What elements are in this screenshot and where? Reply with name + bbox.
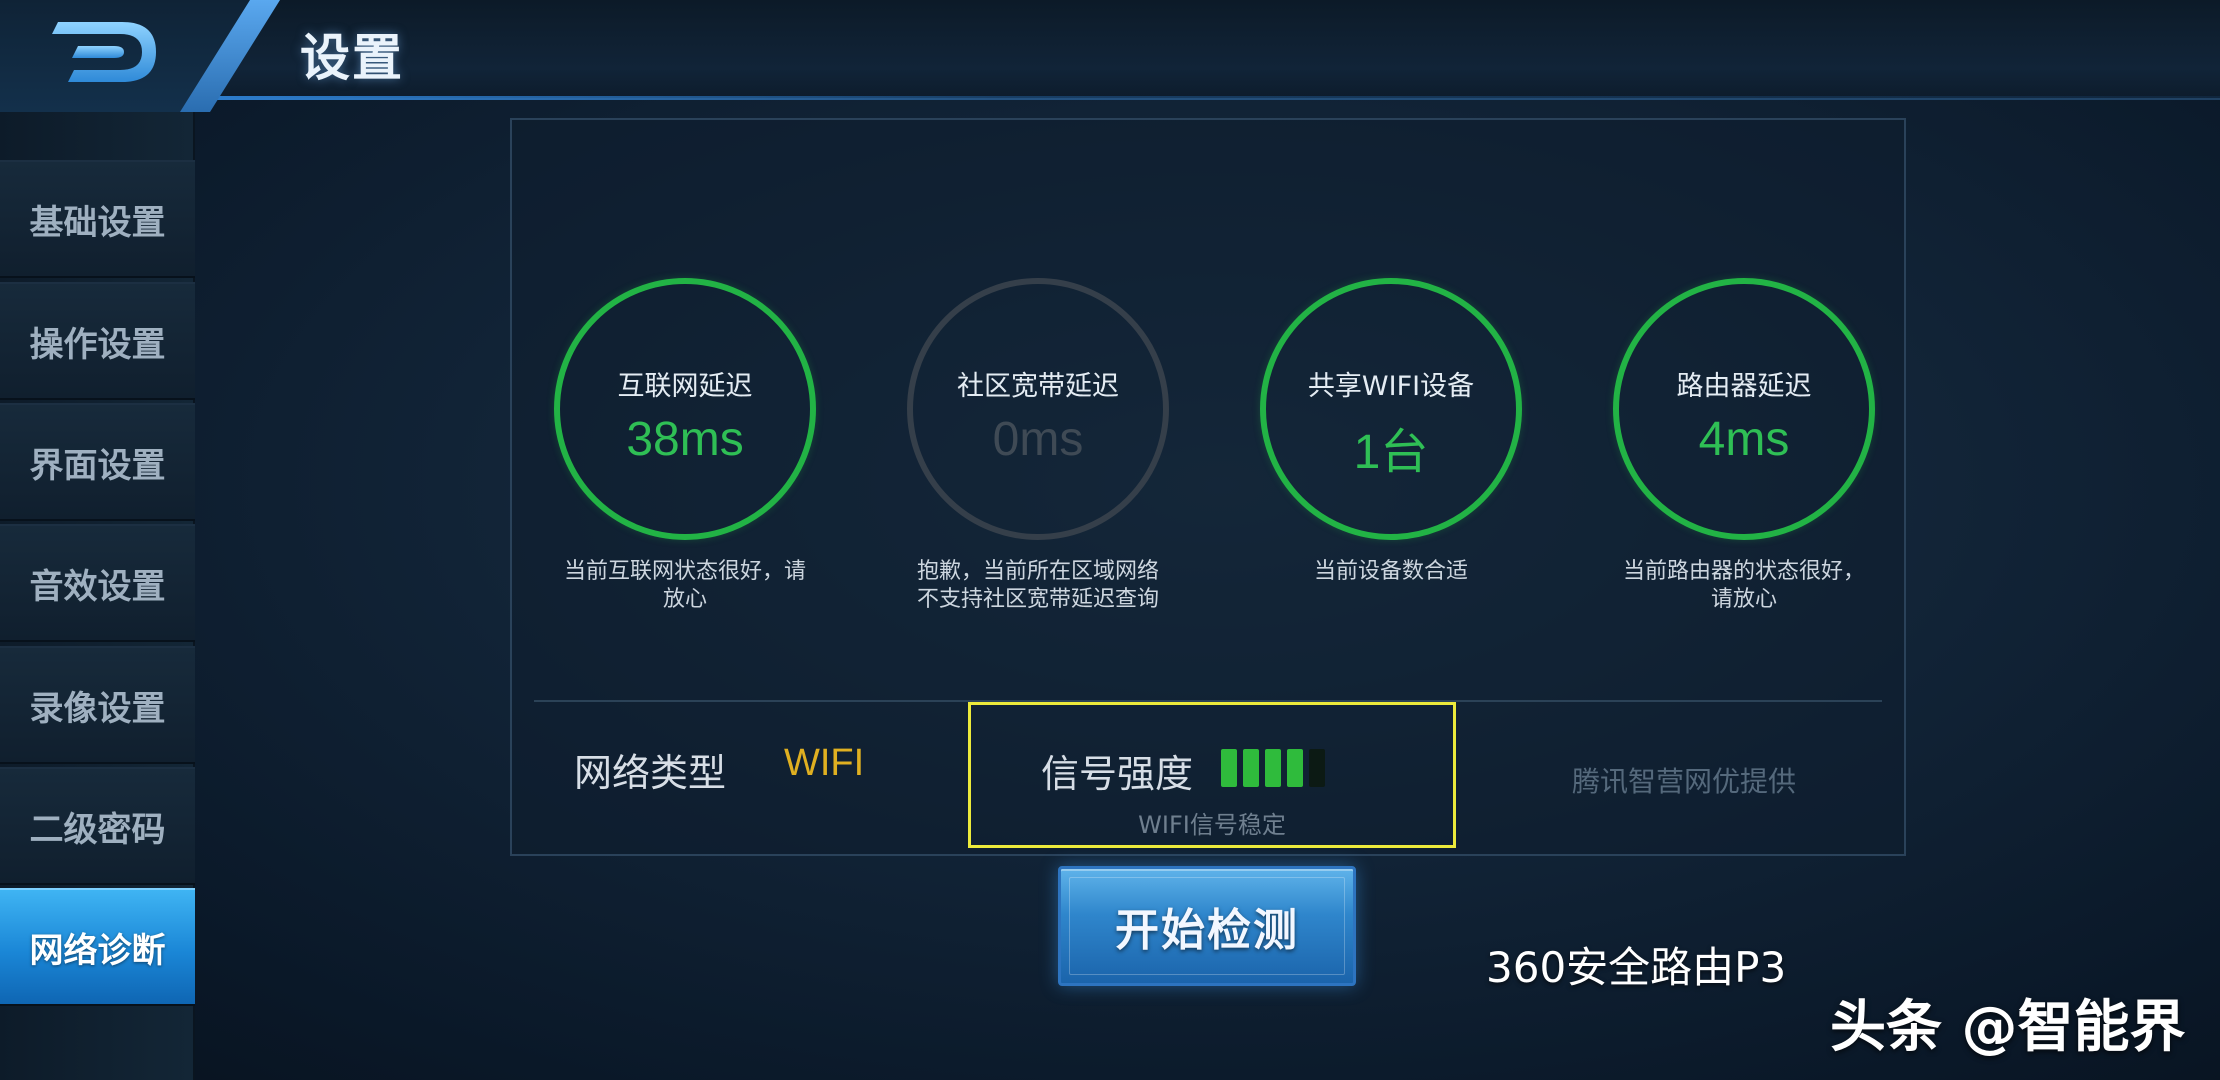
gauge-description: 抱歉，当前所在区域网络不支持社区宽带延迟查询 [916,559,1159,612]
gauge-ring: 共享WIFI设备 1台 [1260,278,1522,540]
sidebar-item-audio[interactable]: 音效设置 [0,524,195,642]
signal-strength-label: 信号强度 [1041,752,1194,796]
gauge-ring: 路由器延迟 4ms [1613,278,1875,540]
signal-strength-bars-icon [1221,749,1325,787]
page-title: 设置 [300,29,404,87]
sidebar-item-secondary-password[interactable]: 二级密码 [0,767,195,885]
sidebar-item-controls[interactable]: 操作设置 [0,282,195,400]
top-bar-glow [180,96,2220,100]
gauge-label: 互联网延迟 [617,371,753,402]
sidebar-item-interface[interactable]: 界面设置 [0,403,195,521]
start-detection-button[interactable]: 开始检测 [1058,866,1356,986]
back-d-icon[interactable] [52,16,162,88]
network-type-value: WIFI [784,742,865,784]
signal-status: WIFI信号稳定 [1138,811,1286,839]
gauge-value: 4ms [1698,413,1790,466]
signal-bar [1221,749,1237,787]
signal-bar [1309,749,1325,787]
gauge-community-broadband-latency: 社区宽带延迟 0ms 抱歉，当前所在区域网络不支持社区宽带延迟查询 [903,278,1173,614]
gauge-description: 当前设备数合适 [1313,559,1468,584]
provider-credit: 腾讯智营网优提供 [1572,765,1797,798]
watermark: 头条 @智能界 [1830,995,2186,1060]
image-caption: 360安全路由P3 [1486,943,1787,992]
sidebar-item-network-diagnosis[interactable]: 网络诊断 [0,888,195,1006]
gauge-label: 共享WIFI设备 [1307,371,1475,402]
gauge-value: 0ms [992,413,1084,466]
network-type-label: 网络类型 [574,751,727,795]
gauge-label: 社区宽带延迟 [957,371,1119,402]
sidebar: 基础设置 操作设置 界面设置 音效设置 录像设置 二级密码 网络诊断 [0,112,195,1080]
gauge-value: 38ms [626,413,744,466]
gauge-ring: 互联网延迟 38ms [554,278,816,540]
diagnosis-panel: 互联网延迟 38ms 当前互联网状态很好，请放心 社区宽带延迟 0ms 抱歉，当… [510,118,1906,856]
sidebar-item-basic[interactable]: 基础设置 [0,160,195,278]
gauge-value: 1台 [1353,426,1429,479]
signal-bar [1287,749,1303,787]
sidebar-item-replay[interactable]: 录像设置 [0,646,195,764]
gauge-router-latency: 路由器延迟 4ms 当前路由器的状态很好，请放心 [1609,278,1879,614]
gauge-ring: 社区宽带延迟 0ms [907,278,1169,540]
signal-strength-highlight: 信号强度 WIFI信号稳定 [968,702,1456,848]
gauge-label: 路由器延迟 [1676,371,1812,402]
signal-bar [1243,749,1259,787]
signal-bar [1265,749,1281,787]
gauge-shared-wifi-devices: 共享WIFI设备 1台 当前设备数合适 [1256,278,1526,586]
gauge-description: 当前互联网状态很好，请放心 [563,559,806,612]
gauge-description: 当前路由器的状态很好，请放心 [1622,559,1865,612]
gauge-internet-latency: 互联网延迟 38ms 当前互联网状态很好，请放心 [550,278,820,614]
